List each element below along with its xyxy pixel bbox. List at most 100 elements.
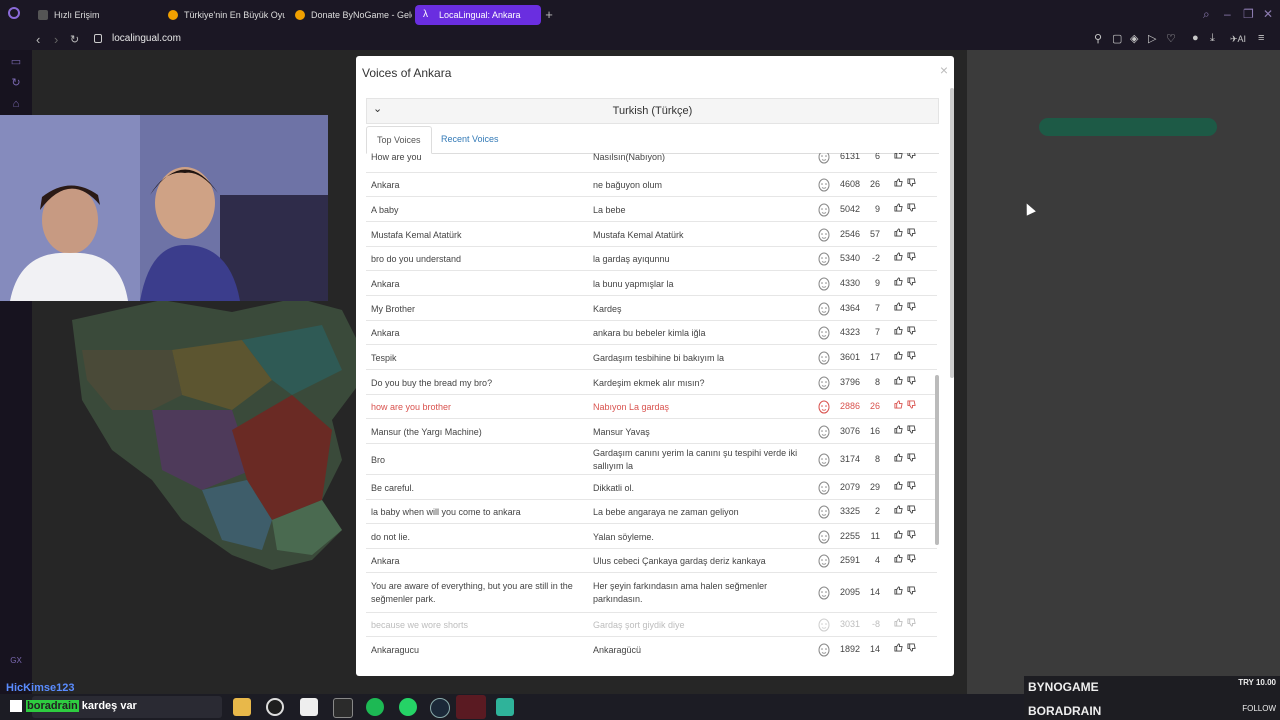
tab-2[interactable]: Donate ByNoGame - Gele...: [287, 5, 412, 25]
thumbs-down-icon[interactable]: [907, 643, 916, 654]
thumbs-up-icon[interactable]: [894, 618, 903, 629]
speaker-face-icon[interactable]: [817, 228, 831, 242]
speaker-face-icon[interactable]: [817, 530, 831, 544]
voice-row[interactable]: A baby La bebe 5042 9: [366, 196, 937, 221]
voice-row[interactable]: Mustafa Kemal Atatürk Mustafa Kemal Atatü…: [366, 221, 937, 246]
thumbs-up-icon[interactable]: [894, 586, 903, 597]
language-accordion-header[interactable]: ⌄ Turkish (Türkçe): [366, 98, 939, 124]
thumbs-up-icon[interactable]: [894, 375, 903, 387]
opera-gx-taskbar-icon[interactable]: [456, 695, 486, 719]
voice-row[interactable]: How are you Nasılsın(Nabıyon) 6131 6: [366, 153, 937, 167]
thumbs-up-icon[interactable]: [894, 529, 903, 541]
speaker-face-icon[interactable]: [817, 554, 831, 568]
thumbs-up-icon[interactable]: [894, 554, 903, 565]
maximize-icon[interactable]: ❐: [1243, 7, 1254, 21]
thumbs-down-icon[interactable]: [907, 326, 916, 337]
download-icon[interactable]: ⤓: [1210, 32, 1215, 45]
voice-row[interactable]: My Brother Kardeş 4364 7: [366, 295, 937, 320]
speaker-face-icon[interactable]: [817, 453, 831, 467]
voice-row[interactable]: because we wore shorts Gardaş şort giydik…: [366, 612, 937, 636]
forward-icon[interactable]: ›: [54, 32, 58, 47]
steam-icon[interactable]: [430, 698, 450, 718]
thumbs-up-icon[interactable]: [894, 452, 903, 464]
profile-icon[interactable]: ●: [1192, 32, 1199, 44]
voice-row[interactable]: Ankara la bunu yapmışlar la 4330 9: [366, 270, 937, 295]
tab-0[interactable]: Hızlı Erişim: [30, 5, 155, 25]
voice-row[interactable]: Ankaragucu Ankaragücü 1892 14: [366, 636, 937, 662]
speaker-face-icon[interactable]: [817, 376, 831, 390]
thumbs-down-icon[interactable]: [907, 202, 916, 214]
thumbs-up-icon[interactable]: [894, 276, 903, 288]
speaker-face-icon[interactable]: [817, 586, 831, 600]
thumbs-down-icon[interactable]: [907, 153, 916, 161]
screenshot-icon[interactable]: ▢: [1112, 32, 1122, 45]
voice-row[interactable]: Be careful. Dikkatli ol. 2079 29: [366, 474, 937, 499]
voice-row[interactable]: bro do you understand la gardaş ayıqunnu 5…: [366, 246, 937, 270]
speaker-face-icon[interactable]: [817, 203, 831, 217]
back-icon[interactable]: ‹: [36, 32, 40, 47]
windows-start-icon[interactable]: [10, 700, 22, 712]
thumbs-down-icon[interactable]: [907, 505, 916, 516]
thumbs-down-icon[interactable]: [907, 301, 916, 313]
thumbs-down-icon[interactable]: [907, 178, 916, 189]
speaker-face-icon[interactable]: [817, 351, 831, 365]
twitch-icon[interactable]: ▭: [9, 55, 23, 69]
tab-recent-voices[interactable]: Recent Voices: [431, 126, 509, 152]
discord-icon[interactable]: [496, 698, 514, 716]
whatsapp-icon[interactable]: [399, 698, 417, 716]
thumbs-down-icon[interactable]: [907, 452, 916, 464]
thumbs-up-icon[interactable]: [894, 643, 903, 654]
opera-gx-logo-icon[interactable]: [8, 7, 20, 19]
speaker-face-icon[interactable]: [817, 302, 831, 316]
speaker-face-icon[interactable]: [817, 618, 831, 632]
thumbs-down-icon[interactable]: [907, 424, 916, 436]
file-explorer-icon[interactable]: [233, 698, 251, 716]
thumbs-down-icon[interactable]: [907, 586, 916, 597]
modal-scrollbar[interactable]: [950, 88, 954, 378]
close-icon[interactable]: ✕: [1263, 7, 1273, 21]
thumbs-down-icon[interactable]: [907, 350, 916, 362]
speaker-face-icon[interactable]: [817, 400, 831, 414]
back-to-world-map-button[interactable]: [1039, 118, 1217, 136]
ai-icon[interactable]: ✈AI: [1230, 34, 1246, 45]
thumbs-down-icon[interactable]: [907, 276, 916, 288]
speaker-face-icon[interactable]: [817, 481, 831, 495]
speaker-face-icon[interactable]: [817, 643, 831, 657]
voice-row[interactable]: Bro Gardaşım canını yerim la canını şu te…: [366, 443, 937, 474]
thumbs-up-icon[interactable]: [894, 480, 903, 492]
thumbs-up-icon[interactable]: [894, 202, 903, 214]
voice-row[interactable]: Ankara Ulus cebeci Çankaya gardaş deriz k…: [366, 548, 937, 572]
thumbs-up-icon[interactable]: [894, 178, 903, 189]
thumbs-down-icon[interactable]: [907, 618, 916, 629]
tab-1[interactable]: Türkiye'nin En Büyük Oyu...: [160, 5, 285, 25]
speaker-face-icon[interactable]: [817, 153, 831, 164]
close-icon[interactable]: ×: [940, 62, 948, 78]
speaker-face-icon[interactable]: [817, 277, 831, 291]
voice-row[interactable]: Do you buy the bread my bro? Kardeşim ekm…: [366, 369, 937, 394]
thumbs-down-icon[interactable]: [907, 554, 916, 565]
thumbs-up-icon[interactable]: [894, 227, 903, 239]
xbox-icon[interactable]: [266, 698, 284, 716]
voice-row[interactable]: do not lie. Yalan söyleme. 2255 11: [366, 523, 937, 548]
thumbs-down-icon[interactable]: [907, 529, 916, 541]
speaker-face-icon[interactable]: [817, 252, 831, 266]
thumbs-down-icon[interactable]: [907, 400, 916, 411]
history-icon[interactable]: ↻: [9, 76, 23, 90]
search-icon[interactable]: ⌕: [1203, 7, 1210, 22]
epic-games-icon[interactable]: [333, 698, 353, 718]
tab-top-voices[interactable]: Top Voices: [366, 126, 432, 154]
thumbs-up-icon[interactable]: [894, 424, 903, 436]
thumbs-down-icon[interactable]: [907, 252, 916, 263]
thumbs-up-icon[interactable]: [894, 301, 903, 313]
minimize-icon[interactable]: –: [1224, 7, 1231, 21]
spotify-icon[interactable]: [366, 698, 384, 716]
thumbs-up-icon[interactable]: [894, 350, 903, 362]
voice-row[interactable]: Tespik Gardaşım tesbihine bi bakıyım la 36…: [366, 344, 937, 369]
shield-icon[interactable]: ◈: [1130, 32, 1138, 45]
thumbs-up-icon[interactable]: [894, 252, 903, 263]
new-tab-button[interactable]: +: [542, 8, 556, 22]
speaker-face-icon[interactable]: [817, 505, 831, 519]
heart-icon[interactable]: ♡: [1166, 32, 1176, 45]
thumbs-up-icon[interactable]: [894, 400, 903, 411]
gx-icon[interactable]: GX: [9, 656, 23, 670]
